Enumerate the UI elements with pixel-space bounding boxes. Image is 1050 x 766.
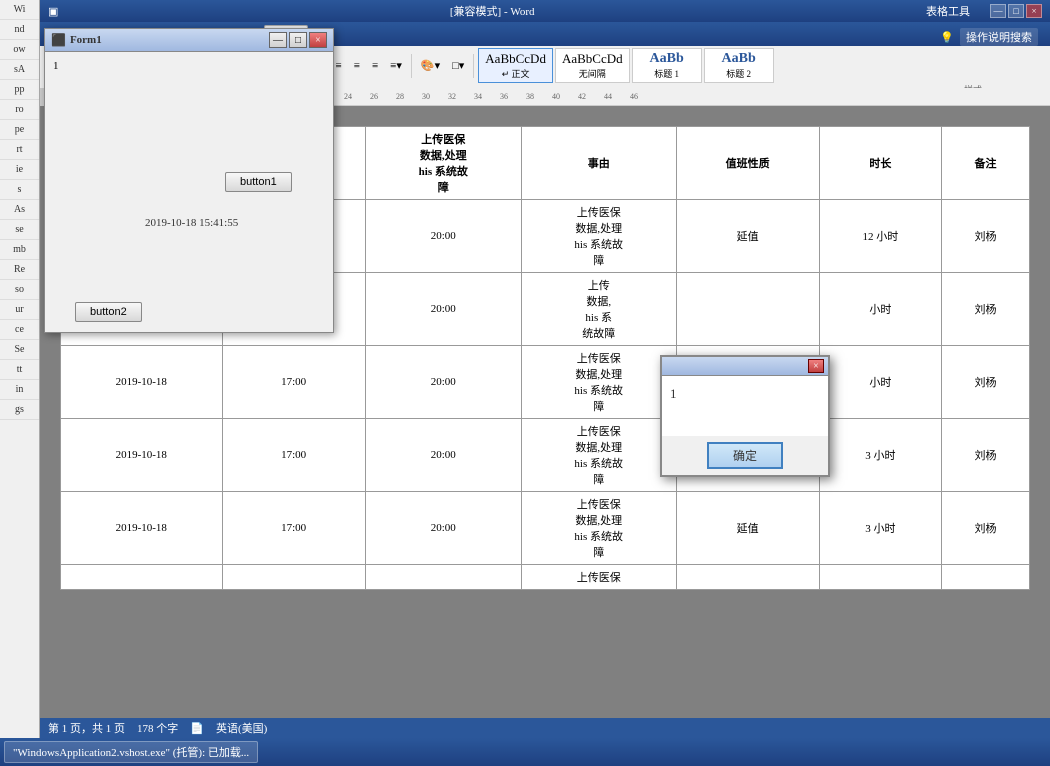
taskbar-app-item[interactable]: "WindowsApplication2.vshost.exe" (托管): 已… xyxy=(4,741,258,763)
dialog-box: × 1 确定 xyxy=(660,355,830,477)
dialog-value: 1 xyxy=(670,386,677,401)
taskbar: "WindowsApplication2.vshost.exe" (托管): 已… xyxy=(0,738,1050,766)
dialog-close-btn[interactable]: × xyxy=(808,359,824,373)
dialog-footer: 确定 xyxy=(662,436,828,475)
dialog-overlay: × 1 确定 xyxy=(0,0,1050,766)
dialog-ok-button[interactable]: 确定 xyxy=(707,442,783,469)
dialog-titlebar: × xyxy=(662,357,828,376)
dialog-content: 1 xyxy=(662,376,828,436)
